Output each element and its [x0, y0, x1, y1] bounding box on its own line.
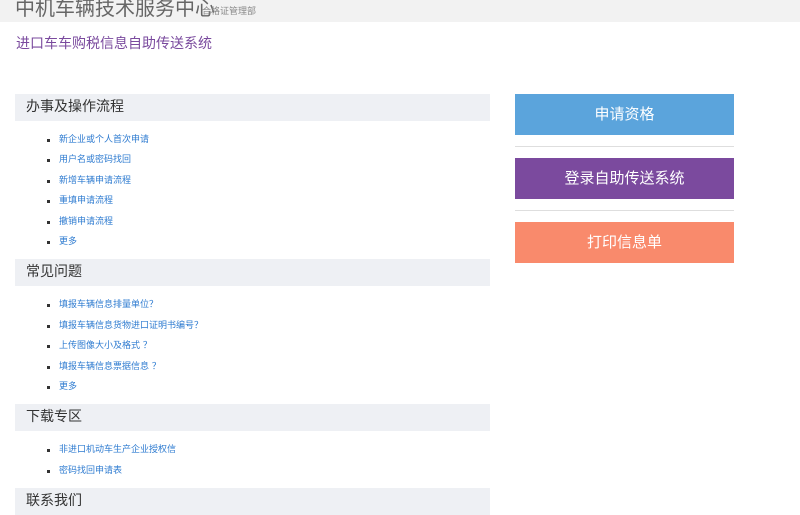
- process-link-list: 新企业或个人首次申请 用户名或密码找回 新增车辆申请流程 重填申请流程 撤销申请…: [15, 121, 490, 259]
- faq-link-displacement[interactable]: 填报车辆信息排量单位？: [59, 300, 158, 310]
- section-faq: 常见问题 填报车辆信息排量单位？ 填报车辆信息货物进口证明书编号？ 上传图像大小…: [15, 259, 490, 404]
- download-link-list: 非进口机动车生产企业授权信 密码找回申请表: [15, 431, 490, 488]
- list-item: 密码找回申请表: [15, 461, 490, 481]
- faq-link-list: 填报车辆信息排量单位？ 填报车辆信息货物进口证明书编号？ 上传图像大小及格式 ？…: [15, 286, 490, 404]
- faq-link-invoice[interactable]: 填报车辆信息票据信息 ？: [59, 362, 161, 372]
- section-downloads: 下载专区 非进口机动车生产企业授权信 密码找回申请表: [15, 404, 490, 488]
- faq-link-image-format[interactable]: 上传图像大小及格式 ？: [59, 341, 152, 351]
- process-link-refill[interactable]: 重填申请流程: [59, 196, 113, 206]
- system-title: 进口车车购税信息自助传送系统: [16, 36, 212, 52]
- process-more-link[interactable]: 更多: [59, 237, 77, 247]
- faq-link-import-cert[interactable]: 填报车辆信息货物进口证明书编号？: [59, 321, 203, 331]
- apply-qualification-button[interactable]: 申请资格: [515, 94, 734, 135]
- top-bar: 中机车辆技术服务中心 合格证管理部: [0, 0, 800, 22]
- action-column: 申请资格 登录自助传送系统 打印信息单: [515, 94, 734, 263]
- print-info-button[interactable]: 打印信息单: [515, 222, 734, 263]
- list-item: 更多: [15, 232, 490, 252]
- site-title: 中机车辆技术服务中心: [15, 0, 215, 20]
- login-system-button[interactable]: 登录自助传送系统: [515, 158, 734, 199]
- section-contact: 联系我们: [15, 488, 490, 515]
- process-link-first-apply[interactable]: 新企业或个人首次申请: [59, 135, 149, 145]
- divider: [515, 210, 734, 211]
- section-header-downloads: 下载专区: [15, 404, 490, 432]
- list-item: 更多: [15, 377, 490, 397]
- list-item: 重填申请流程: [15, 191, 490, 211]
- process-link-recover[interactable]: 用户名或密码找回: [59, 155, 131, 165]
- list-item: 非进口机动车生产企业授权信: [15, 440, 490, 460]
- download-link-password-form[interactable]: 密码找回申请表: [59, 466, 122, 476]
- list-item: 填报车辆信息排量单位？: [15, 295, 490, 315]
- process-link-new-vehicle[interactable]: 新增车辆申请流程: [59, 176, 131, 186]
- divider: [515, 146, 734, 147]
- list-item: 填报车辆信息货物进口证明书编号？: [15, 316, 490, 336]
- process-link-cancel[interactable]: 撤销申请流程: [59, 217, 113, 227]
- list-item: 新企业或个人首次申请: [15, 130, 490, 150]
- list-item: 用户名或密码找回: [15, 150, 490, 170]
- site-subtitle: 合格证管理部: [202, 7, 257, 17]
- list-item: 新增车辆申请流程: [15, 171, 490, 191]
- faq-more-link[interactable]: 更多: [59, 382, 77, 392]
- list-item: 撤销申请流程: [15, 212, 490, 232]
- section-header-process: 办事及操作流程: [15, 94, 490, 121]
- section-header-faq: 常见问题: [15, 259, 490, 287]
- info-column: 办事及操作流程 新企业或个人首次申请 用户名或密码找回 新增车辆申请流程 重填申…: [15, 94, 490, 515]
- download-link-authorization[interactable]: 非进口机动车生产企业授权信: [59, 445, 176, 455]
- list-item: 填报车辆信息票据信息 ？: [15, 357, 490, 377]
- list-item: 上传图像大小及格式 ？: [15, 336, 490, 356]
- section-process: 办事及操作流程 新企业或个人首次申请 用户名或密码找回 新增车辆申请流程 重填申…: [15, 94, 490, 259]
- section-header-contact: 联系我们: [15, 488, 490, 515]
